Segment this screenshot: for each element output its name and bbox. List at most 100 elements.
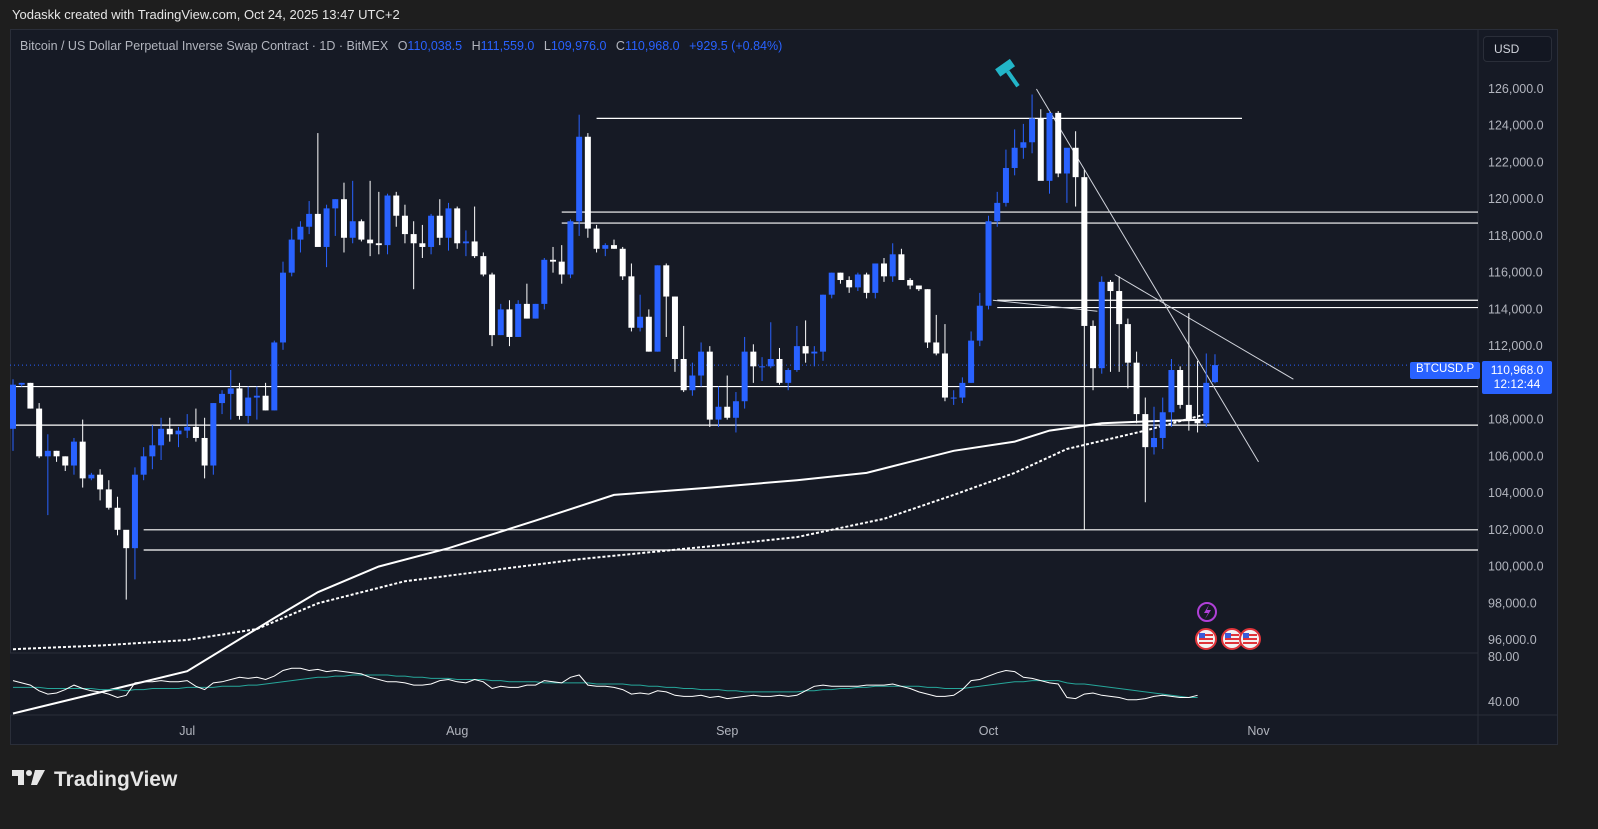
candle-body[interactable]: [1046, 112, 1053, 181]
candle-body[interactable]: [1107, 281, 1114, 292]
candle-body[interactable]: [306, 213, 313, 227]
candle-body[interactable]: [384, 195, 391, 246]
candle-body[interactable]: [149, 445, 156, 457]
candle-body[interactable]: [131, 474, 138, 549]
candle-body[interactable]: [454, 208, 461, 244]
candle-body[interactable]: [759, 366, 766, 368]
candle-body[interactable]: [88, 474, 95, 479]
candle-body[interactable]: [358, 221, 365, 240]
candle-body[interactable]: [959, 382, 966, 398]
candle-body[interactable]: [802, 346, 809, 354]
candle-body[interactable]: [332, 199, 339, 209]
candle-body[interactable]: [1168, 370, 1175, 413]
candle-body[interactable]: [1098, 281, 1105, 369]
currency-selector[interactable]: USD: [1483, 36, 1552, 62]
candle-body[interactable]: [881, 263, 887, 277]
candle-body[interactable]: [158, 428, 165, 446]
candle-body[interactable]: [36, 408, 43, 457]
candle-body[interactable]: [1090, 325, 1097, 369]
candle-body[interactable]: [410, 234, 417, 244]
candle-body[interactable]: [471, 241, 478, 257]
candle-body[interactable]: [706, 351, 713, 420]
candle-body[interactable]: [968, 340, 975, 383]
candle-body[interactable]: [1029, 118, 1036, 143]
candle-body[interactable]: [393, 195, 400, 216]
candle-body[interactable]: [1142, 414, 1149, 448]
candle-body[interactable]: [1011, 147, 1018, 168]
candle-body[interactable]: [70, 441, 77, 466]
candle-body[interactable]: [889, 254, 896, 277]
candle-body[interactable]: [236, 388, 243, 416]
candle-body[interactable]: [1151, 437, 1158, 448]
candle-body[interactable]: [201, 437, 208, 466]
candle-body[interactable]: [584, 136, 591, 229]
us-flag-icon[interactable]: [1239, 628, 1261, 650]
candle-body[interactable]: [680, 358, 687, 391]
candle-body[interactable]: [532, 303, 539, 319]
candle-body[interactable]: [1020, 142, 1027, 148]
candle-body[interactable]: [1194, 419, 1201, 424]
candle-body[interactable]: [637, 316, 644, 328]
candle-body[interactable]: [741, 351, 748, 402]
candle-body[interactable]: [610, 245, 617, 249]
candle-body[interactable]: [941, 353, 948, 398]
candle-body[interactable]: [44, 450, 51, 457]
lightning-icon[interactable]: [1197, 602, 1217, 622]
candle-body[interactable]: [245, 397, 252, 416]
candle-body[interactable]: [10, 384, 16, 429]
candle-body[interactable]: [1116, 291, 1123, 325]
candle-body[interactable]: [367, 239, 374, 244]
candle-body[interactable]: [602, 245, 609, 249]
candle-body[interactable]: [915, 285, 922, 290]
candle-body[interactable]: [436, 215, 443, 238]
candle-body[interactable]: [863, 274, 870, 293]
candle-body[interactable]: [785, 370, 792, 383]
candle-body[interactable]: [872, 263, 879, 293]
candle-body[interactable]: [506, 309, 513, 337]
candle-body[interactable]: [62, 456, 69, 466]
candle-body[interactable]: [550, 259, 557, 262]
candle-body[interactable]: [1133, 362, 1140, 415]
candle-body[interactable]: [210, 403, 217, 466]
candle-body[interactable]: [689, 375, 696, 391]
candle-body[interactable]: [663, 265, 670, 297]
candle-body[interactable]: [79, 441, 86, 479]
candle-body[interactable]: [671, 296, 678, 359]
candle-body[interactable]: [950, 397, 957, 399]
candle-body[interactable]: [1055, 112, 1062, 174]
candle-body[interactable]: [828, 272, 835, 295]
candle-body[interactable]: [323, 208, 330, 247]
candle-body[interactable]: [515, 303, 522, 337]
candle-body[interactable]: [985, 221, 992, 306]
candle-body[interactable]: [1211, 365, 1218, 383]
candle-body[interactable]: [628, 276, 635, 328]
candle-body[interactable]: [1002, 167, 1009, 203]
candle-body[interactable]: [898, 254, 905, 281]
candle-body[interactable]: [480, 256, 487, 275]
candle-body[interactable]: [854, 274, 861, 288]
candle-body[interactable]: [1159, 412, 1166, 438]
candle-body[interactable]: [462, 241, 469, 244]
candle-body[interactable]: [271, 342, 278, 411]
candle-body[interactable]: [593, 228, 600, 249]
candle-body[interactable]: [1037, 118, 1044, 181]
candle-body[interactable]: [280, 272, 287, 343]
candle-body[interactable]: [750, 351, 757, 367]
candle-body[interactable]: [288, 239, 295, 273]
candle-body[interactable]: [18, 382, 25, 385]
candle-body[interactable]: [105, 489, 112, 508]
candle-body[interactable]: [445, 208, 452, 238]
candle-body[interactable]: [1124, 324, 1131, 363]
candle-body[interactable]: [227, 388, 234, 394]
chart-canvas[interactable]: 126,000.0 124,000.0 122,000.0 120,000.0 118,…: [10, 29, 1558, 745]
candle-body[interactable]: [1072, 147, 1079, 178]
candle-body[interactable]: [27, 382, 34, 409]
candle-body[interactable]: [428, 215, 435, 247]
candle-body[interactable]: [175, 430, 182, 435]
candle-body[interactable]: [793, 346, 800, 371]
candle-body[interactable]: [724, 406, 731, 418]
candle-body[interactable]: [1185, 404, 1192, 420]
candle-body[interactable]: [349, 221, 356, 238]
candle-body[interactable]: [619, 248, 626, 277]
candle-body[interactable]: [401, 215, 408, 235]
